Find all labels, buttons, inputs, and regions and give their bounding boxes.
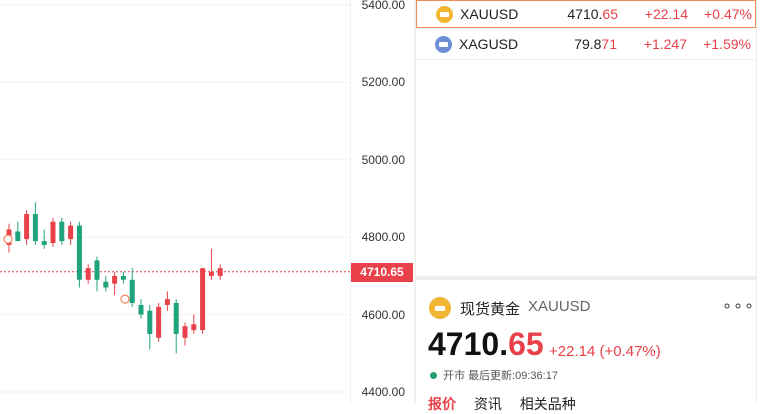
watchlist-symbol: XAUUSD: [460, 6, 519, 22]
price-axis-tick: 5400.00: [361, 0, 405, 12]
candle-body: [103, 281, 109, 288]
price-axis-tick: 5000.00: [361, 152, 405, 167]
event-marker-icon: [3, 234, 13, 244]
candle-body: [68, 225, 74, 240]
candle-body: [164, 299, 170, 305]
candle-body: [120, 275, 126, 280]
watchlist-price: 4710.65: [567, 6, 618, 22]
detail-symbol: XAUUSD: [528, 298, 591, 315]
watchlist-change: +22.14: [644, 6, 688, 22]
status-dot-icon: [430, 371, 437, 379]
candle-body: [41, 241, 47, 245]
tab-quote[interactable]: 报价: [428, 396, 456, 412]
candle-body: [182, 326, 188, 338]
candle-body: [156, 306, 162, 338]
tab-news[interactable]: 资讯: [474, 396, 502, 412]
candle-body: [217, 268, 223, 276]
price-axis: 5400.00 5200.00 5000.00 4800.00 4600.00 4400.…: [350, 0, 415, 403]
silver-icon: [435, 35, 452, 53]
gold-icon: [429, 297, 451, 319]
price-axis-tick: 4800.00: [361, 230, 405, 245]
candle-body: [94, 260, 100, 280]
watchlist-symbol: XAGUSD: [459, 36, 519, 52]
candle-body: [191, 324, 197, 331]
candle-body: [208, 272, 214, 276]
candle-body: [147, 310, 153, 334]
candlestick-chart[interactable]: [0, 0, 350, 403]
watchlist-percent: +0.47%: [704, 6, 752, 22]
candle-body: [50, 221, 56, 244]
candle-body: [15, 231, 21, 242]
price-axis-tick: 5200.00: [361, 75, 405, 90]
symbol-detail: 现货黄金 XAUUSD ∘∘∘ 4710.65 +22.14 (+0.47%) …: [416, 280, 756, 412]
price-axis-tick: 4400.00: [361, 385, 405, 399]
current-price-tag: 4710.65: [351, 263, 413, 282]
candle-body: [24, 213, 30, 240]
watchlist-price: 79.871: [574, 36, 617, 52]
watchlist-row-xagusd[interactable]: XAGUSD 79.871 +1.247 +1.59%: [416, 30, 756, 58]
last-updated: 最后更新:09:36:17: [468, 370, 558, 382]
candle-body: [76, 225, 82, 280]
market-status: 开市 最后更新:09:36:17: [430, 367, 558, 383]
candle-body: [173, 302, 179, 334]
watchlist: XAUUSD 4710.65 +22.14 +0.47% XAGUSD 79.8…: [416, 0, 756, 276]
right-toolbar[interactable]: [756, 0, 770, 403]
detail-name: 现货黄金: [460, 301, 521, 318]
tab-related[interactable]: 相关品种: [520, 396, 576, 412]
gold-icon: [436, 5, 453, 23]
watchlist-change: +1.247: [643, 36, 687, 52]
candles-svg: [0, 4, 350, 393]
event-marker-icon: [120, 294, 130, 304]
candle-body: [138, 304, 144, 315]
detail-tabs: 报价 资讯 相关品种: [428, 394, 590, 414]
candle-body: [59, 221, 65, 242]
candle-body: [112, 275, 118, 284]
watchlist-percent: +1.59%: [703, 36, 751, 52]
candle-body: [129, 279, 135, 303]
price-axis-tick: 4600.00: [361, 307, 405, 322]
candle-body: [32, 213, 38, 242]
candle-body: [85, 268, 91, 280]
candle-body: [200, 268, 206, 331]
detail-price: 4710.65: [428, 326, 544, 362]
row-divider: [416, 59, 756, 60]
detail-change: +22.14 (+0.47%): [549, 343, 661, 360]
watchlist-row-xauusd[interactable]: XAUUSD 4710.65 +22.14 +0.47%: [416, 0, 756, 28]
status-text: 开市: [443, 370, 465, 382]
more-options-icon[interactable]: ∘∘∘: [722, 296, 755, 316]
